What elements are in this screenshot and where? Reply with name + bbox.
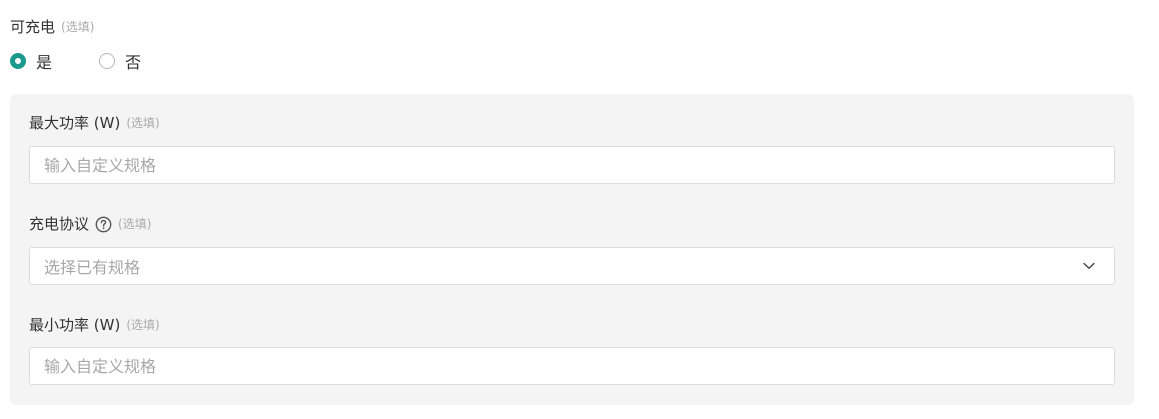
radio-option-no[interactable]: 否 [99,49,141,73]
optional-tag: (选填) [126,318,160,332]
min-power-label: 最小功率 (W) (选填) [29,315,160,335]
radio-option-yes-label: 是 [36,53,53,72]
charging-form: 可充电 (选填) 是 否 最大功率 (W) (选填) 充电协议 [0,0,1159,419]
min-power-input[interactable] [29,347,1115,385]
radio-option-yes[interactable]: 是 [10,49,52,73]
radio-unchecked-icon[interactable] [99,53,116,69]
question-circle-icon[interactable] [95,216,112,233]
max-power-label: 最大功率 (W) (选填) [29,113,160,133]
min-power-label-text: 最小功率 (W) [29,316,121,334]
rechargeable-radio-group: 是 否 [10,50,141,72]
protocol-select[interactable]: 选择已有规格 [29,247,1115,285]
protocol-label-text: 充电协议 [29,215,90,233]
optional-tag: (选填) [61,20,95,34]
max-power-label-text: 最大功率 (W) [29,114,121,132]
chevron-down-icon[interactable] [1082,259,1096,273]
radio-option-no-label: 否 [125,53,142,72]
protocol-label: 充电协议 (选填) [29,214,151,234]
max-power-input[interactable] [29,146,1115,184]
radio-checked-icon[interactable] [10,53,26,69]
rechargeable-label: 可充电 (选填) [10,17,94,37]
charging-details-panel: 最大功率 (W) (选填) 充电协议 (选填) 选择已有规格 [10,94,1134,405]
rechargeable-label-text: 可充电 [10,18,56,36]
optional-tag: (选填) [126,116,160,130]
optional-tag: (选填) [118,217,152,231]
protocol-select-placeholder: 选择已有规格 [44,258,141,277]
